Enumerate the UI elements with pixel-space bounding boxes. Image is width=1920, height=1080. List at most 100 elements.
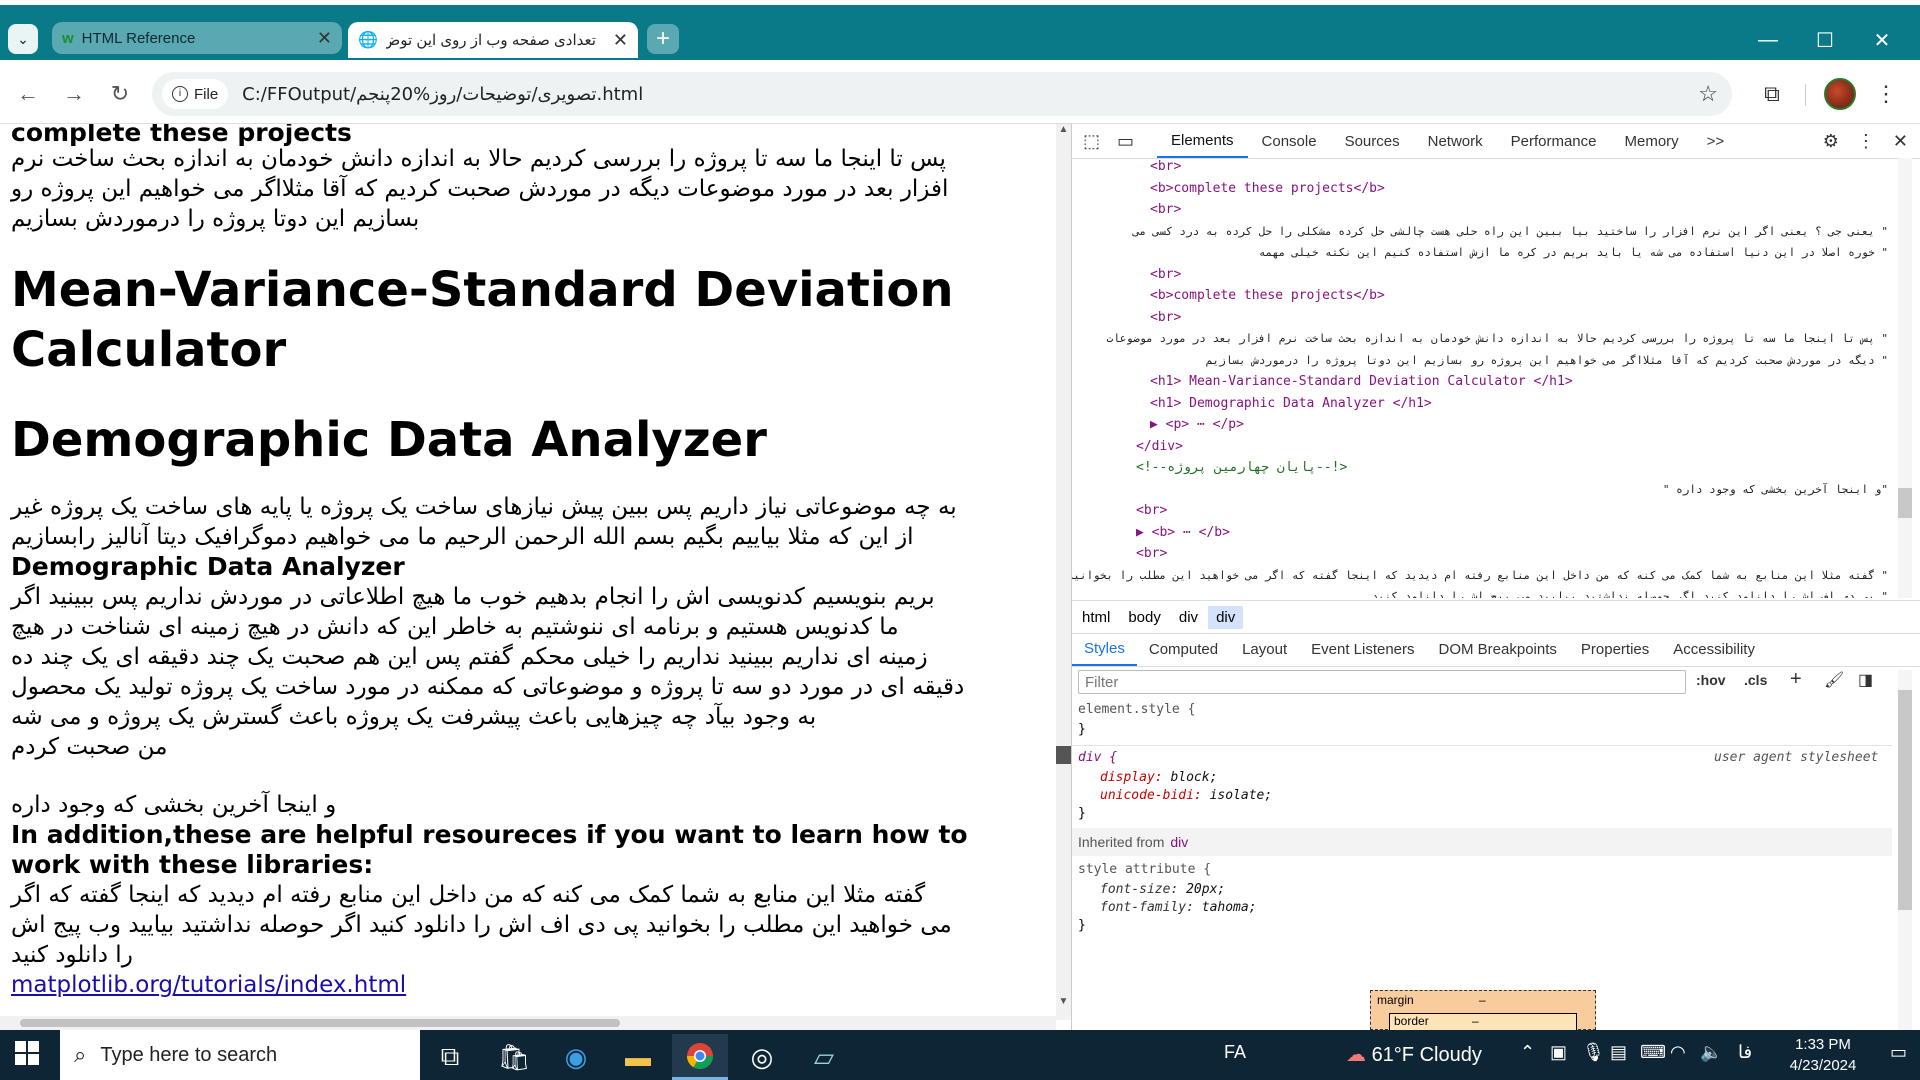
tab-properties[interactable]: Properties [1569,632,1661,666]
file-explorer-icon[interactable]: ▬ [610,1034,666,1080]
breadcrumb-html[interactable]: html [1074,606,1118,629]
dom-node-line[interactable]: " گفته مثلا این منابع به شما کمک می کنه … [1072,567,1888,585]
url-text[interactable]: C:/FFOutput/تصویری/توضیحات/روز%20پنجم.ht… [242,84,643,105]
page-vertical-scrollbar[interactable] [1056,124,1071,1020]
device-toolbar-icon[interactable]: ▭ [1117,131,1141,152]
maximize-button[interactable]: ☐ [1802,26,1848,54]
address-bar[interactable]: i File C:/FFOutput/تصویری/توضیحات/روز%20… [152,72,1732,116]
dom-node-line[interactable]: <br> [1136,545,1167,563]
dom-node-line[interactable]: " پی دی اف اش را دانلود کنید اگر حوصله ن… [1371,588,1888,598]
breadcrumb-body[interactable]: body [1120,606,1169,629]
tab-search-button[interactable]: ⌄ [8,24,38,54]
inspect-element-icon[interactable]: ⬚ [1083,131,1107,152]
css-declaration[interactable]: font-size: 20px; [1100,882,1225,897]
dom-node-line[interactable]: <br> [1150,266,1181,284]
chrome-icon[interactable] [672,1034,728,1080]
extensions-icon[interactable]: ⧉ [1758,80,1786,108]
keyboard-icon[interactable]: ⌨ [1640,1042,1666,1063]
microsoft-store-icon[interactable]: 🛍 [486,1034,542,1080]
css-declaration[interactable]: font-family: tahoma; [1100,900,1257,915]
dom-node-line[interactable]: <br> [1136,502,1167,520]
dom-node-line[interactable]: " دیگه در موردش صحبت کردیم که آقا مثلااگ… [1206,352,1888,370]
tab-accessibility[interactable]: Accessibility [1661,632,1767,666]
dom-node-line[interactable]: <!--پایان چهارمین پروژه--!> [1136,459,1347,477]
windows-start-button[interactable] [14,1040,44,1070]
css-declaration[interactable]: unicode-bidi: isolate; [1100,788,1272,803]
minimize-button[interactable]: — [1745,26,1791,54]
dom-node-line[interactable]: " خوره اصلا در این دنیا استفاده می شه یا… [1259,244,1888,262]
new-rule-plus-icon[interactable]: + [1790,668,1802,691]
styles-filter-input[interactable]: Filter [1078,670,1686,694]
tab-console[interactable]: Console [1248,124,1331,158]
tab-styles[interactable]: Styles [1072,632,1137,666]
cls-toggle[interactable]: .cls [1744,672,1767,688]
back-button[interactable]: ← [12,78,44,110]
element-style-rule[interactable]: element.style { [1078,702,1195,717]
resource-link[interactable]: matplotlib.org/tutorials/index.html [11,970,1045,1000]
dom-node-line[interactable]: " پس تا اینجا ما سه تا پروژه را بررسی کر… [1107,330,1888,348]
horizontal-scroll-thumb[interactable] [20,1019,620,1027]
dom-node-line[interactable]: <h1> Mean-Variance-Standard Deviation Ca… [1150,373,1573,391]
dom-tree-scroll-thumb[interactable] [1898,488,1912,518]
new-tab-button[interactable]: + [647,24,679,54]
chevron-up-icon[interactable]: ⌃ [1520,1042,1535,1063]
tab-dom-breakpoints[interactable]: DOM Breakpoints [1427,632,1569,666]
hov-toggle[interactable]: :hov [1696,672,1726,688]
weather-widget[interactable]: ☁ 61°F Cloudy [1346,1042,1482,1067]
close-icon[interactable]: ✕ [613,30,628,51]
notifications-icon[interactable]: ▭ [1890,1042,1907,1063]
gear-icon[interactable]: ⚙ [1823,131,1839,152]
dom-node-line[interactable]: <br> [1150,201,1181,219]
menu-kebab-icon[interactable]: ⋮ [1872,80,1900,108]
devtools-resize-handle[interactable] [1056,746,1071,764]
bookmark-star-icon[interactable]: ☆ [1698,81,1718,107]
tab-event-listeners[interactable]: Event Listeners [1299,632,1426,666]
dom-node-line[interactable]: <b>complete these projects</b> [1150,180,1385,198]
tab-performance[interactable]: Performance [1497,124,1611,158]
dom-tree[interactable]: <br> <b>complete these projects</b> <br> " … [1072,158,1892,598]
breadcrumb-div[interactable]: div [1171,606,1206,629]
ime-indicator[interactable]: فا [1738,1042,1752,1063]
more-tabs-button[interactable]: >> [1693,124,1739,158]
styles-scroll-thumb[interactable] [1898,690,1912,910]
edge-icon[interactable]: ◉ [548,1034,604,1080]
close-icon[interactable]: ✕ [1893,131,1908,152]
language-indicator[interactable]: FA [1224,1042,1246,1063]
meet-now-icon[interactable]: ▣ [1550,1042,1567,1063]
tab-layout[interactable]: Layout [1230,632,1299,666]
div-selector[interactable]: div { [1078,750,1117,765]
tab-network[interactable]: Network [1414,124,1497,158]
task-view-icon[interactable]: ⧉ [422,1034,478,1080]
toggle-sidebar-icon[interactable]: ◨ [1858,670,1873,690]
tab-sources[interactable]: Sources [1331,124,1414,158]
security-icon[interactable]: ▤ [1610,1042,1627,1063]
wifi-icon[interactable]: ◠ [1670,1042,1686,1063]
dom-node-line[interactable]: " یعنی جی ؟ یعنی اگر این نرم افزار را سا… [1133,223,1888,241]
dom-node-line[interactable]: </div> [1136,438,1183,456]
tab-memory[interactable]: Memory [1611,124,1693,158]
profile-avatar[interactable] [1824,78,1856,110]
dom-node-line[interactable]: <br> [1150,309,1181,327]
dom-node-line[interactable]: ▶ <b> ⋯ </b> [1136,524,1230,542]
scroll-up-arrow-icon[interactable]: ▲ [1056,124,1071,136]
notepad-icon[interactable]: ▱ [796,1034,852,1080]
tab-html-reference[interactable]: w HTML Reference ✕ [52,22,342,54]
taskbar-search-box[interactable]: ⌕ Type here to search [60,1030,420,1080]
dom-node-line[interactable]: "و اینجا آخرین بخشی که وجود داره " [1663,481,1888,499]
breadcrumb-div-selected[interactable]: div [1208,605,1244,629]
dom-node-line[interactable]: ▶ <p> ⋯ </p> [1150,416,1244,434]
dom-tree-scrollbar[interactable] [1898,158,1912,598]
reload-button[interactable]: ↻ [104,78,136,110]
forward-button[interactable]: → [58,78,90,110]
scroll-down-arrow-icon[interactable]: ▼ [1056,996,1071,1008]
paint-brush-icon[interactable]: 🖌 [1824,670,1844,690]
dom-node-line[interactable]: <b>complete these projects</b> [1150,287,1385,305]
volume-icon[interactable]: 🔈 [1700,1042,1722,1063]
tab-elements[interactable]: Elements [1157,124,1248,158]
dom-node-line[interactable]: <br> [1150,158,1181,176]
style-attribute-rule[interactable]: style attribute { [1078,862,1211,877]
tab-computed[interactable]: Computed [1137,632,1230,666]
tab-current-page[interactable]: 🌐 تعدادی صفحه وب از روی این توض ✕ [348,22,638,58]
clock[interactable]: 1:33 PM 4/23/2024 [1768,1034,1878,1076]
close-icon[interactable]: ✕ [317,28,332,49]
